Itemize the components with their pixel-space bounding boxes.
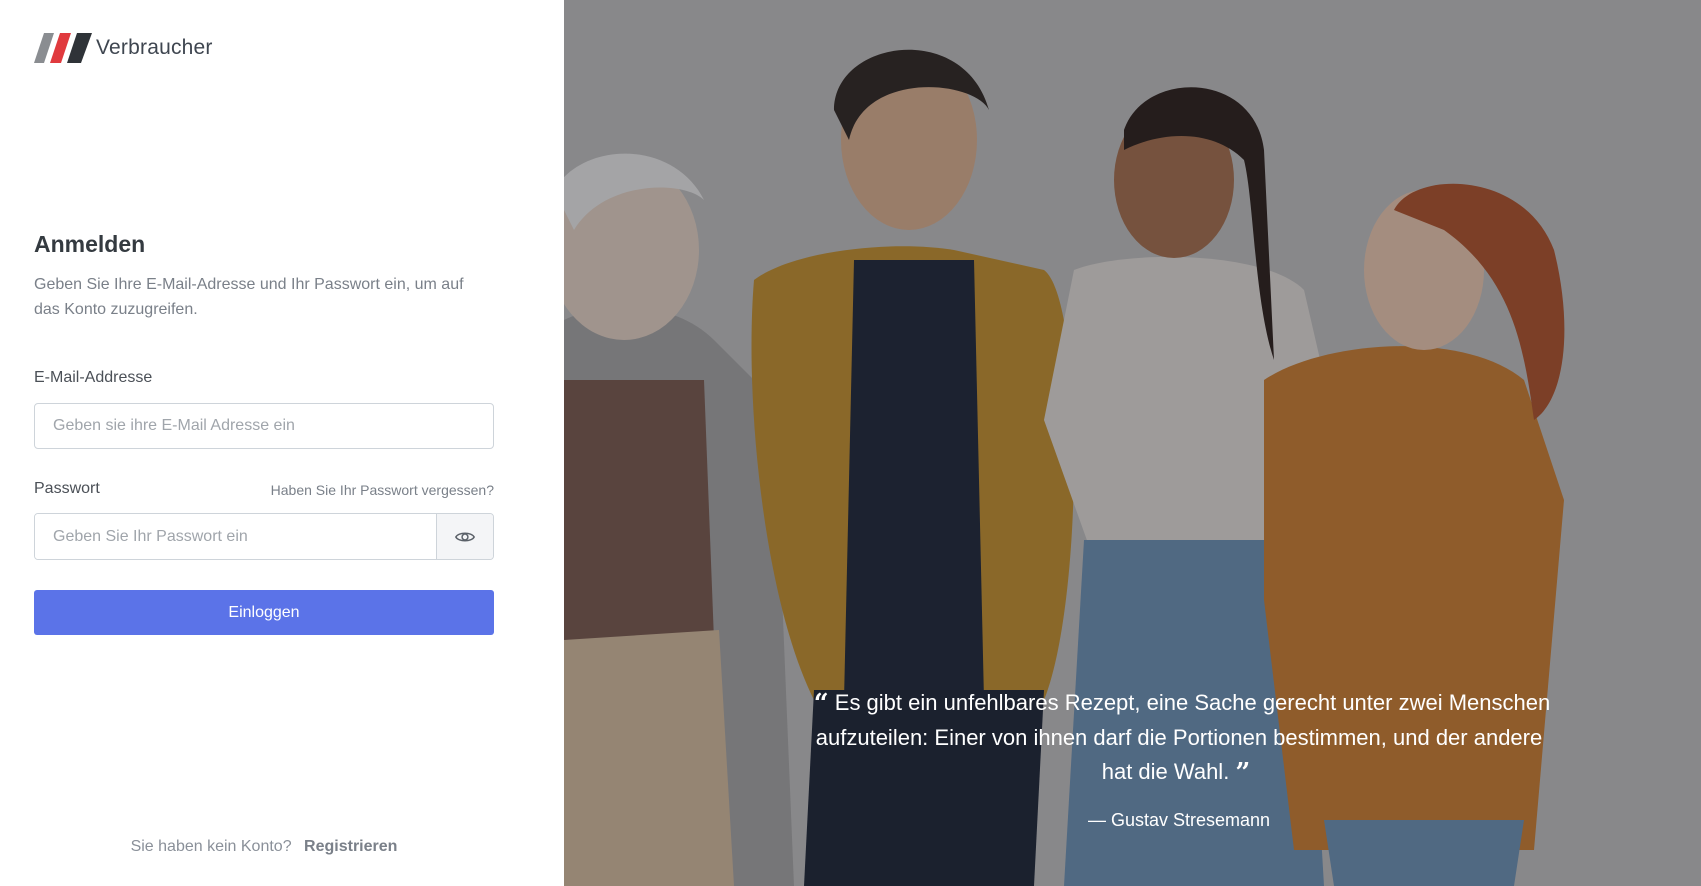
quote-text: Es gibt ein unfehlbares Rezept, eine Sac…	[815, 690, 1551, 784]
signup-row: Sie haben kein Konto? Registrieren	[0, 838, 528, 856]
register-link[interactable]: Registrieren	[304, 838, 397, 855]
login-button[interactable]: Einloggen	[34, 590, 494, 635]
password-label: Passwort	[34, 480, 100, 497]
brand-logo[interactable]: Verbraucher	[34, 33, 213, 63]
quote-open-icon: “	[813, 689, 829, 719]
logo-icon	[34, 33, 92, 63]
page-title: Anmelden	[34, 231, 146, 257]
page-subtitle: Geben Sie Ihre E-Mail-Adresse und Ihr Pa…	[34, 276, 464, 318]
quote-close-icon: ”	[1235, 758, 1251, 788]
show-password-button[interactable]	[436, 514, 493, 559]
password-field[interactable]	[35, 514, 436, 559]
password-group	[34, 513, 494, 560]
login-panel: Verbraucher Anmelden Geben Sie Ihre E-Ma…	[0, 0, 564, 886]
eye-icon	[454, 531, 476, 542]
quote-author: — Gustav Stresemann	[1087, 810, 1271, 830]
signup-prompt: Sie haben kein Konto?	[130, 838, 292, 855]
email-field[interactable]	[34, 403, 494, 449]
hero-quote: “Es gibt ein unfehlbares Rezept, eine Sa…	[804, 686, 1554, 790]
brand-name: Verbraucher	[96, 36, 213, 59]
forgot-password-link[interactable]: Haben Sie Ihr Passwort vergessen?	[271, 482, 494, 498]
email-label: E-Mail-Addresse	[34, 369, 153, 386]
hero-panel: “Es gibt ein unfehlbares Rezept, eine Sa…	[564, 0, 1701, 886]
